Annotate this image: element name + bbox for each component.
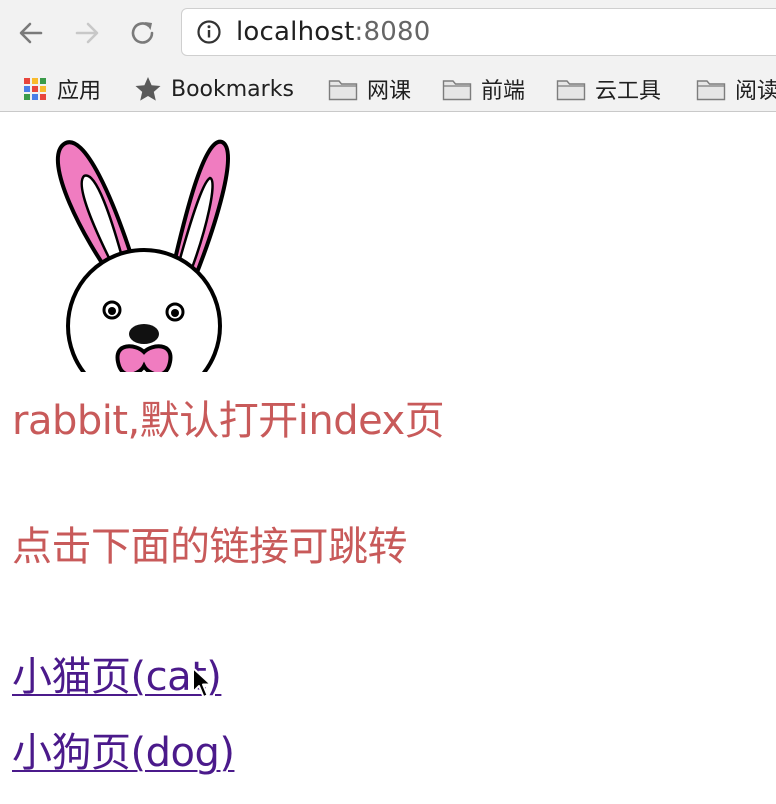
url-port: :8080: [354, 17, 431, 47]
info-icon[interactable]: [196, 19, 222, 45]
bookmark-bookmarks-label: Bookmarks: [171, 76, 294, 102]
forward-button[interactable]: [72, 18, 102, 48]
star-icon: [134, 75, 162, 103]
bookmark-folder[interactable]: 前端: [442, 73, 525, 105]
bookmark-folder-label: 阅读: [735, 79, 776, 104]
url-text[interactable]: localhost:8080: [236, 17, 430, 47]
page-headline: rabbit,默认打开index页: [12, 398, 445, 444]
page-instruction: 点击下面的链接可跳转: [12, 524, 408, 570]
apps-grid-icon: [22, 76, 48, 102]
bookmark-folder-label: 云工具: [595, 79, 662, 104]
bookmark-folder[interactable]: 云工具: [556, 73, 661, 105]
browser-window: localhost:8080 应用 Bookmarks 网课 前端 云工具 阅读…: [0, 0, 776, 804]
folder-icon: [328, 77, 358, 101]
bookmark-folder-label: 前端: [481, 79, 526, 104]
mouse-cursor-icon: [192, 667, 212, 698]
bookmark-bookmarks[interactable]: Bookmarks: [134, 73, 294, 105]
bookmarks-bar: 应用 Bookmarks 网课 前端 云工具 阅读: [0, 66, 776, 112]
bookmark-folder-label: 网课: [367, 79, 412, 104]
back-button[interactable]: [16, 18, 46, 48]
bookmark-folder[interactable]: 网课: [328, 73, 411, 105]
folder-icon: [696, 77, 726, 101]
address-bar[interactable]: localhost:8080: [181, 8, 776, 56]
folder-icon: [442, 77, 472, 101]
reload-button[interactable]: [128, 18, 158, 48]
bookmark-apps[interactable]: 应用: [22, 73, 101, 105]
dog-page-link[interactable]: 小狗页(dog): [12, 720, 235, 778]
arrow-right-icon: [75, 22, 99, 44]
rabbit-image: [44, 130, 240, 372]
arrow-left-icon: [19, 22, 43, 44]
bookmark-folder[interactable]: 阅读: [696, 73, 776, 105]
browser-toolbar: localhost:8080: [0, 0, 776, 66]
bookmark-apps-label: 应用: [57, 79, 102, 104]
reload-icon: [131, 22, 154, 44]
folder-icon: [556, 77, 586, 101]
cat-page-link[interactable]: 小猫页(cat): [12, 644, 222, 702]
page-content: rabbit,默认打开index页 点击下面的链接可跳转 小猫页(cat) 小狗…: [0, 112, 776, 804]
url-host: localhost: [236, 17, 355, 47]
